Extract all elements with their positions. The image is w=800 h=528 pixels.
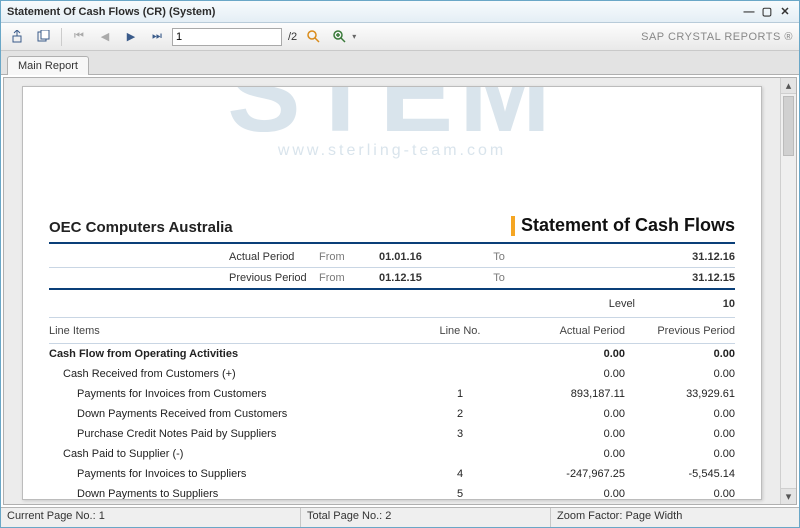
zoom-dropdown-icon[interactable]: ▾	[352, 32, 356, 41]
scroll-thumb[interactable]	[783, 96, 794, 156]
row-previous: 0.00	[625, 448, 735, 460]
zoom-icon[interactable]	[329, 27, 351, 47]
row-actual: 0.00	[495, 408, 625, 420]
close-icon[interactable]: ✕	[777, 5, 793, 19]
column-headers: Line Items Line No. Actual Period Previo…	[49, 318, 735, 344]
status-current-page: Current Page No.: 1	[1, 508, 301, 527]
row-label: Cash Flow from Operating Activities	[49, 348, 425, 360]
actual-from-date: 01.01.16	[379, 251, 469, 263]
vertical-scrollbar[interactable]: ▴ ▾	[780, 78, 796, 504]
period-block: Actual Period From 01.01.16 To 31.12.16 …	[49, 246, 735, 290]
scroll-up-icon[interactable]: ▴	[781, 78, 796, 94]
level-label: Level	[609, 298, 635, 310]
col-actual: Actual Period	[495, 325, 625, 337]
search-icon[interactable]	[303, 27, 325, 47]
row-actual: 0.00	[495, 488, 625, 500]
window-title: Statement Of Cash Flows (CR) (System)	[7, 6, 215, 18]
toolbar: ⏮ ◀ ▶ ⏭ /2 ▾ SAP CRYSTAL REPORTS ®	[1, 23, 799, 51]
col-line-items: Line Items	[49, 325, 425, 337]
row-previous: 0.00	[625, 428, 735, 440]
report-page: STEM www.sterling-team.com OEC Computers…	[22, 86, 762, 500]
row-line-no: 4	[425, 468, 495, 480]
last-page-icon[interactable]: ⏭	[146, 27, 168, 47]
report-row: Cash Received from Customers (+) 0.000.00	[49, 364, 735, 384]
page-total: /2	[286, 31, 299, 43]
row-label: Down Payments Received from Customers	[49, 408, 425, 420]
status-total-page: Total Page No.: 2	[301, 508, 551, 527]
report-title: Statement of Cash Flows	[521, 215, 735, 236]
report-row: Payments for Invoices to Suppliers4-247,…	[49, 464, 735, 484]
rows-container: Cash Flow from Operating Activities0.000…	[49, 344, 735, 500]
row-previous: 0.00	[625, 348, 735, 360]
row-label: Cash Received from Customers (+)	[49, 368, 425, 380]
report-window: Statement Of Cash Flows (CR) (System) — …	[0, 0, 800, 528]
actual-period-label: Actual Period	[49, 251, 319, 263]
row-line-no: 5	[425, 488, 495, 500]
status-zoom: Zoom Factor: Page Width	[551, 508, 799, 527]
viewer-container: STEM www.sterling-team.com OEC Computers…	[3, 77, 797, 505]
scroll-track[interactable]	[781, 94, 796, 488]
row-actual: 893,187.11	[495, 388, 625, 400]
row-actual: 0.00	[495, 428, 625, 440]
row-line-no: 2	[425, 408, 495, 420]
report-row: Down Payments to Suppliers50.000.00	[49, 484, 735, 500]
row-actual: 0.00	[495, 448, 625, 460]
col-previous: Previous Period	[625, 325, 735, 337]
previous-period-label: Previous Period	[49, 272, 319, 284]
title-bar: Statement Of Cash Flows (CR) (System) — …	[1, 1, 799, 23]
report-row: Payments for Invoices from Customers1893…	[49, 384, 735, 404]
scroll-down-icon[interactable]: ▾	[781, 488, 796, 504]
row-previous: 0.00	[625, 488, 735, 500]
row-actual: -247,967.25	[495, 468, 625, 480]
level-row: Level 10	[49, 290, 735, 318]
from-label: From	[319, 251, 379, 263]
title-accent-bar	[511, 216, 515, 236]
prev-page-icon[interactable]: ◀	[94, 27, 116, 47]
row-label: Payments for Invoices to Suppliers	[49, 468, 425, 480]
row-label: Down Payments to Suppliers	[49, 488, 425, 500]
row-label: Payments for Invoices from Customers	[49, 388, 425, 400]
row-line-no: 3	[425, 428, 495, 440]
row-previous: 0.00	[625, 408, 735, 420]
watermark-sub: www.sterling-team.com	[49, 142, 735, 160]
copy-icon[interactable]	[33, 27, 55, 47]
col-line-no: Line No.	[425, 325, 495, 337]
row-line-no: 1	[425, 388, 495, 400]
separator	[61, 28, 62, 46]
brand-label: SAP CRYSTAL REPORTS ®	[641, 31, 793, 43]
row-actual: 0.00	[495, 368, 625, 380]
from-label: From	[319, 272, 379, 284]
row-previous: 33,929.61	[625, 388, 735, 400]
tab-main-report[interactable]: Main Report	[7, 56, 89, 75]
report-header: OEC Computers Australia Statement of Cas…	[49, 215, 735, 244]
maximize-icon[interactable]: ▢	[759, 5, 775, 19]
company-name: OEC Computers Australia	[49, 219, 511, 236]
report-row: Purchase Credit Notes Paid by Suppliers3…	[49, 424, 735, 444]
actual-to-date: 31.12.16	[529, 251, 735, 263]
report-row: Cash Flow from Operating Activities 0.000…	[49, 344, 735, 364]
report-row: Cash Paid to Supplier (-) 0.000.00	[49, 444, 735, 464]
page-number-input[interactable]	[172, 28, 282, 46]
previous-from-date: 01.12.15	[379, 272, 469, 284]
watermark-main: STEM	[49, 86, 735, 138]
row-actual: 0.00	[495, 348, 625, 360]
next-page-icon[interactable]: ▶	[120, 27, 142, 47]
row-label: Purchase Credit Notes Paid by Suppliers	[49, 428, 425, 440]
row-previous: 0.00	[625, 368, 735, 380]
tab-strip: Main Report	[1, 51, 799, 75]
row-label: Cash Paid to Supplier (-)	[49, 448, 425, 460]
to-label: To	[469, 251, 529, 263]
report-viewer: STEM www.sterling-team.com OEC Computers…	[4, 78, 780, 504]
report-row: Down Payments Received from Customers20.…	[49, 404, 735, 424]
first-page-icon[interactable]: ⏮	[68, 27, 90, 47]
level-value: 10	[695, 298, 735, 310]
export-icon[interactable]	[7, 27, 29, 47]
minimize-icon[interactable]: —	[741, 5, 757, 19]
previous-to-date: 31.12.15	[529, 272, 735, 284]
row-previous: -5,545.14	[625, 468, 735, 480]
status-bar: Current Page No.: 1 Total Page No.: 2 Zo…	[1, 507, 799, 527]
to-label: To	[469, 272, 529, 284]
watermark: STEM www.sterling-team.com	[49, 86, 735, 160]
